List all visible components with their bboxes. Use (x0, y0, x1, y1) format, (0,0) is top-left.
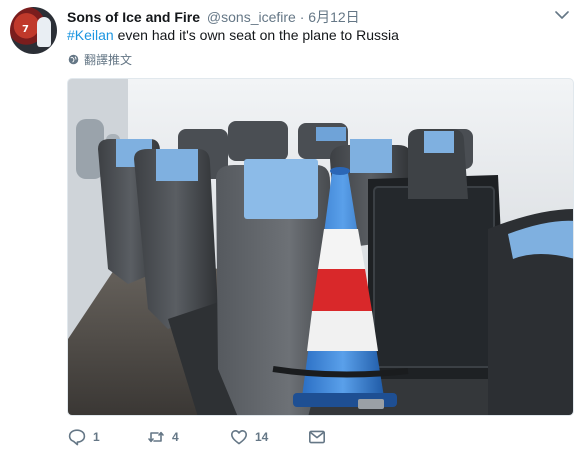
like-button[interactable]: 14 (230, 428, 268, 446)
avatar-jersey-number: 7 (22, 24, 29, 35)
airplane-cabin-photo (68, 79, 573, 415)
hashtag-link[interactable]: #Keilan (67, 27, 114, 43)
tweet-text-body: even had it's own seat on the plane to R… (113, 27, 399, 43)
tweet-header: Sons of Ice and Fire @sons_icefire · 6月1… (67, 7, 360, 27)
heart-icon (231, 430, 247, 445)
tweet-photo[interactable] (67, 78, 574, 416)
tweet-text: #Keilan even had it's own seat on the pl… (67, 26, 399, 44)
user-handle[interactable]: @sons_icefire (207, 9, 296, 25)
envelope-icon (308, 430, 325, 444)
retweet-button[interactable]: 4 (147, 428, 179, 446)
header-separator: · (299, 9, 305, 25)
chevron-down-icon[interactable] (555, 10, 569, 20)
like-count: 14 (255, 430, 269, 444)
tweet[interactable]: 7 Sons of Ice and Fire @sons_icefire · 6… (0, 0, 580, 453)
translate-tweet-button[interactable]: 翻譯推文 (68, 51, 132, 68)
avatar[interactable]: 7 (10, 7, 57, 54)
avatar-figure (37, 17, 51, 47)
retweet-count: 4 (172, 430, 179, 444)
display-name[interactable]: Sons of Ice and Fire (67, 9, 200, 25)
reply-count: 1 (93, 430, 100, 444)
translate-label: 翻譯推文 (84, 53, 133, 67)
retweet-icon (148, 431, 164, 443)
reply-button[interactable]: 1 (68, 428, 100, 446)
tweet-actions: 1 4 14 (67, 428, 547, 448)
direct-message-button[interactable] (308, 428, 326, 446)
globe-icon (68, 54, 79, 65)
reply-icon (68, 429, 86, 446)
tweet-date[interactable]: 6月12日 (308, 9, 359, 25)
